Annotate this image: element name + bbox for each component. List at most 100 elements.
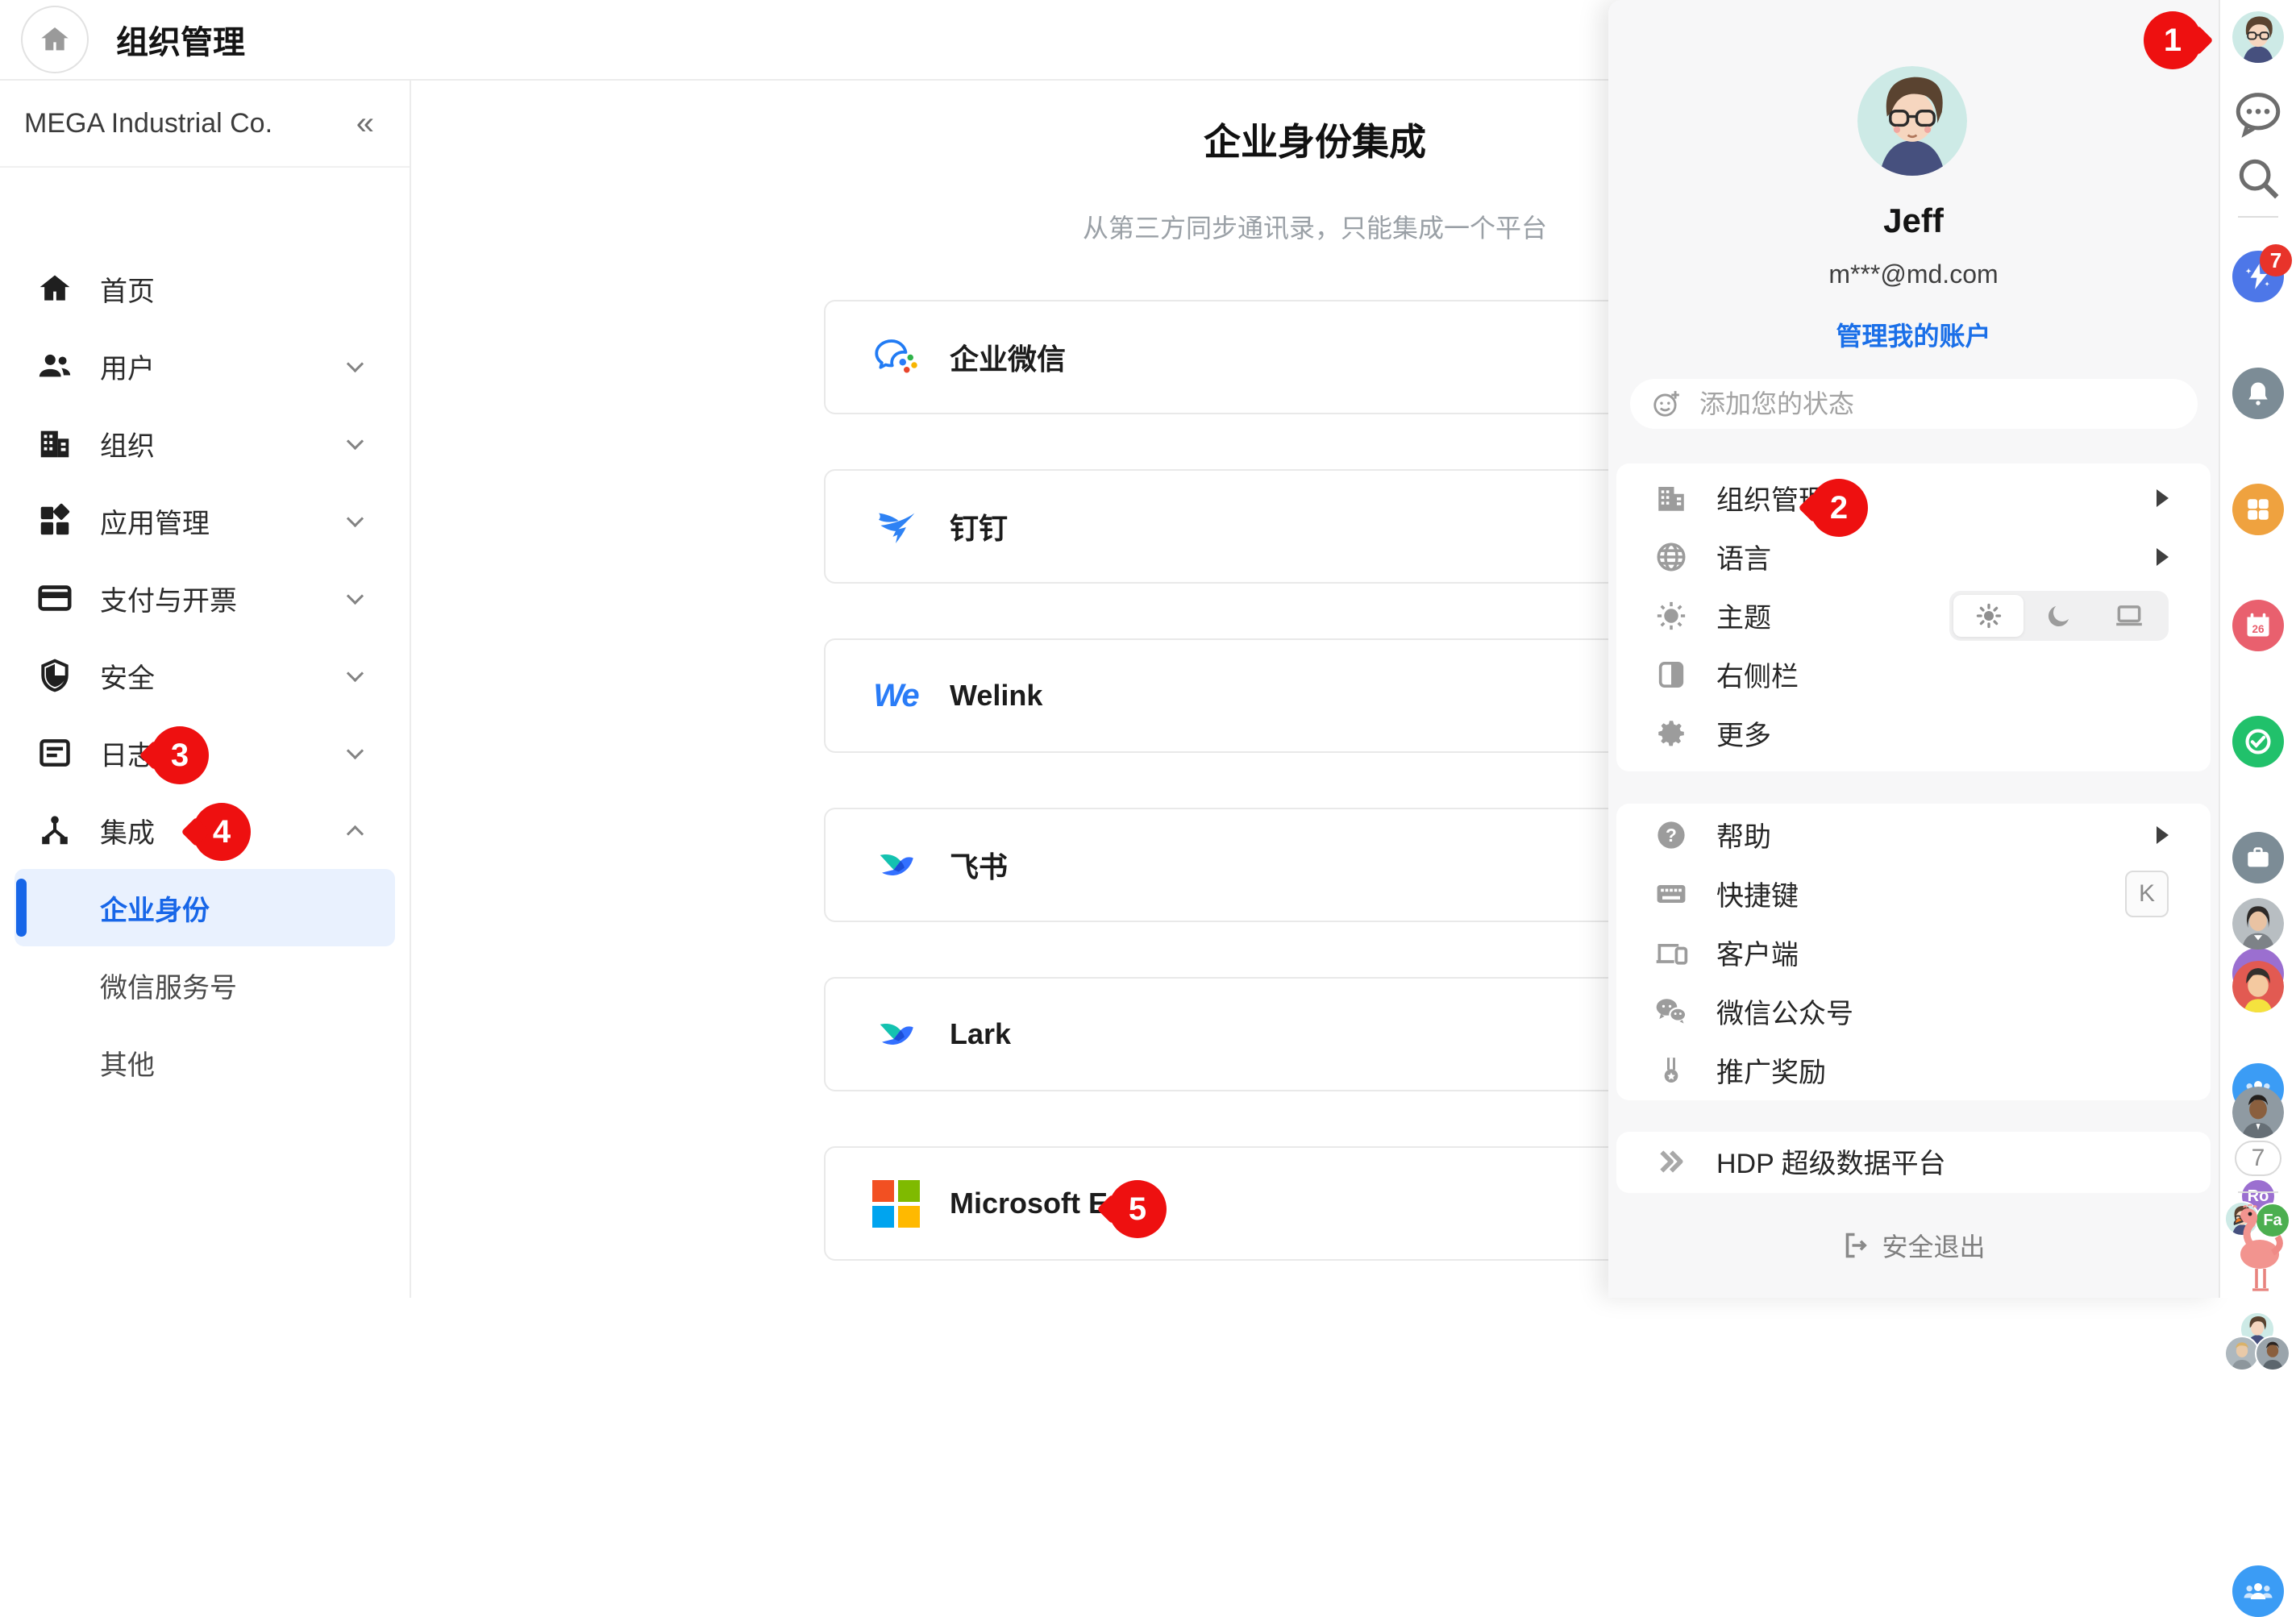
right-sidebar-icon <box>1653 657 1689 692</box>
status-input[interactable] <box>1699 389 2151 419</box>
menu-item-clients[interactable]: 客户端 <box>1616 923 2211 982</box>
annotation-marker-5: 5 <box>1108 1180 1167 1238</box>
chevron-right-icon <box>2157 826 2169 844</box>
sidebar-item-label: 用户 <box>100 347 155 386</box>
menu-item-label: 微信公众号 <box>1716 991 1853 1031</box>
dingtalk-icon <box>871 501 921 551</box>
double-chevron-icon <box>1653 1144 1689 1179</box>
menu-item-label: 语言 <box>1716 537 1771 576</box>
rail-flamingo-sticker[interactable] <box>2227 1204 2289 1295</box>
rail-search-button[interactable] <box>2233 153 2283 203</box>
building-icon <box>1653 480 1689 516</box>
calendar-day: 26 <box>2252 623 2265 635</box>
medal-icon <box>1653 1053 1689 1088</box>
rail-calendar-button[interactable]: 26 <box>2232 600 2284 651</box>
welink-icon: We <box>871 671 921 721</box>
theme-system-button[interactable] <box>2094 595 2165 637</box>
rail-contact-avatar-man[interactable] <box>2232 1087 2284 1138</box>
chevron-down-icon <box>347 587 364 604</box>
rail-bell-button[interactable] <box>2232 368 2284 419</box>
sidebar-nav: 首页 用户 组织 应用管理 支付与开票 安全 日志 <box>0 250 410 1101</box>
sidebar-item-users[interactable]: 用户 <box>0 327 410 405</box>
chevron-down-icon <box>347 742 364 759</box>
user-email: m***@md.com <box>1608 260 2219 289</box>
logout-button[interactable]: 安全退出 <box>1608 1227 2219 1264</box>
rail-chat-button[interactable] <box>2232 87 2285 140</box>
theme-dark-button[interactable] <box>2024 595 2094 637</box>
menu-item-label: 主题 <box>1716 596 1771 635</box>
sidebar-item-security[interactable]: 安全 <box>0 637 410 714</box>
home-button[interactable] <box>21 6 89 73</box>
sidebar-subitem-other[interactable]: 其他 <box>0 1024 410 1101</box>
rail-more-contacts-count[interactable]: 7 <box>2235 1141 2281 1176</box>
wechat-icon <box>1653 994 1689 1029</box>
menu-item-org-management[interactable]: 组织管理 <box>1616 468 2211 527</box>
status-field[interactable] <box>1630 379 2198 429</box>
selected-indicator <box>16 879 27 937</box>
member-avatar <box>2255 1336 2290 1371</box>
sidebar-header: MEGA Industrial Co. « <box>0 81 410 168</box>
sidebar-item-apps[interactable]: 应用管理 <box>0 482 410 559</box>
rail-notifications-lightning-button[interactable]: 7 <box>2232 251 2284 302</box>
menu-item-label: 帮助 <box>1716 815 1771 854</box>
sidebar-subitem-wechat-service[interactable]: 微信服务号 <box>0 946 410 1024</box>
rail-tasks-button[interactable] <box>2232 716 2284 767</box>
chevron-right-icon <box>2157 489 2169 507</box>
menu-item-wechat-official[interactable]: 微信公众号 <box>1616 982 2211 1041</box>
menu-item-label: 右侧栏 <box>1716 655 1799 694</box>
card-label: 飞书 <box>950 844 1008 886</box>
chevron-down-icon <box>347 509 364 526</box>
sidebar-subitem-enterprise-identity[interactable]: 企业身份 <box>15 869 395 946</box>
card-label: Welink <box>950 679 1042 713</box>
annotation-marker-4: 4 <box>193 803 251 861</box>
user-name: Jeff <box>1608 202 2219 240</box>
menu-item-right-sidebar[interactable]: 右侧栏 <box>1616 645 2211 704</box>
sidebar-item-organization[interactable]: 组织 <box>0 405 410 482</box>
annotation-marker-2: 2 <box>1810 479 1868 537</box>
company-name: MEGA Industrial Co. <box>24 108 272 139</box>
logout-label: 安全退出 <box>1882 1227 1985 1264</box>
rail-divider <box>2238 1191 2278 1193</box>
notification-count-badge: 7 <box>2260 244 2292 276</box>
menu-item-label: 快捷键 <box>1716 874 1799 913</box>
collapse-sidebar-icon[interactable]: « <box>356 107 374 139</box>
rail-apps-button[interactable] <box>2232 484 2284 535</box>
annotation-marker-1: 1 <box>2144 11 2202 69</box>
panel-help-card: ? 帮助 快捷键 K 客户端 微信公众号 推广奖励 <box>1616 804 2211 1100</box>
devices-icon <box>1653 935 1689 971</box>
menu-item-shortcuts[interactable]: 快捷键 K <box>1616 864 2211 923</box>
menu-item-language[interactable]: 语言 <box>1616 527 2211 586</box>
menu-item-referral-rewards[interactable]: 推广奖励 <box>1616 1041 2211 1099</box>
manage-account-link[interactable]: 管理我的账户 <box>1608 316 2219 353</box>
menu-item-label: 客户端 <box>1716 933 1799 972</box>
sidebar-item-billing[interactable]: 支付与开票 <box>0 559 410 637</box>
log-icon <box>35 734 74 772</box>
keyboard-icon <box>1653 876 1689 912</box>
rail-contacts-button-2[interactable] <box>2232 1565 2284 1617</box>
user-avatar <box>1857 66 1967 176</box>
right-rail: 7 26 Ro Ro Fa <box>2219 0 2296 1298</box>
credit-card-icon <box>35 579 74 617</box>
rail-briefcase-button[interactable] <box>2232 832 2284 883</box>
sidebar-item-home[interactable]: 首页 <box>0 250 410 327</box>
sidebar-item-label: 应用管理 <box>100 501 210 541</box>
rail-contact-avatar-woman[interactable] <box>2232 898 2284 950</box>
feishu-icon <box>871 840 921 890</box>
rail-user-avatar[interactable] <box>2232 11 2284 63</box>
apps-icon <box>35 501 74 540</box>
rail-group-team[interactable] <box>2224 1311 2292 1376</box>
welink-logo-text: We <box>873 678 917 714</box>
integration-icon <box>35 811 74 850</box>
chevron-down-icon <box>347 355 364 372</box>
sidebar-item-label: 安全 <box>100 656 155 696</box>
rail-divider <box>2238 216 2278 218</box>
menu-item-help[interactable]: ? 帮助 <box>1616 805 2211 864</box>
menu-item-more[interactable]: 更多 <box>1616 704 2211 763</box>
svg-text:?: ? <box>1666 824 1677 845</box>
menu-item-hdp[interactable]: HDP 超级数据平台 <box>1616 1132 2211 1191</box>
theme-light-button[interactable] <box>1953 595 2024 637</box>
rail-contact-avatar-boy[interactable] <box>2232 961 2284 1012</box>
wecom-icon <box>871 332 921 382</box>
card-label: 企业微信 <box>950 336 1066 378</box>
chevron-down-icon <box>347 432 364 449</box>
